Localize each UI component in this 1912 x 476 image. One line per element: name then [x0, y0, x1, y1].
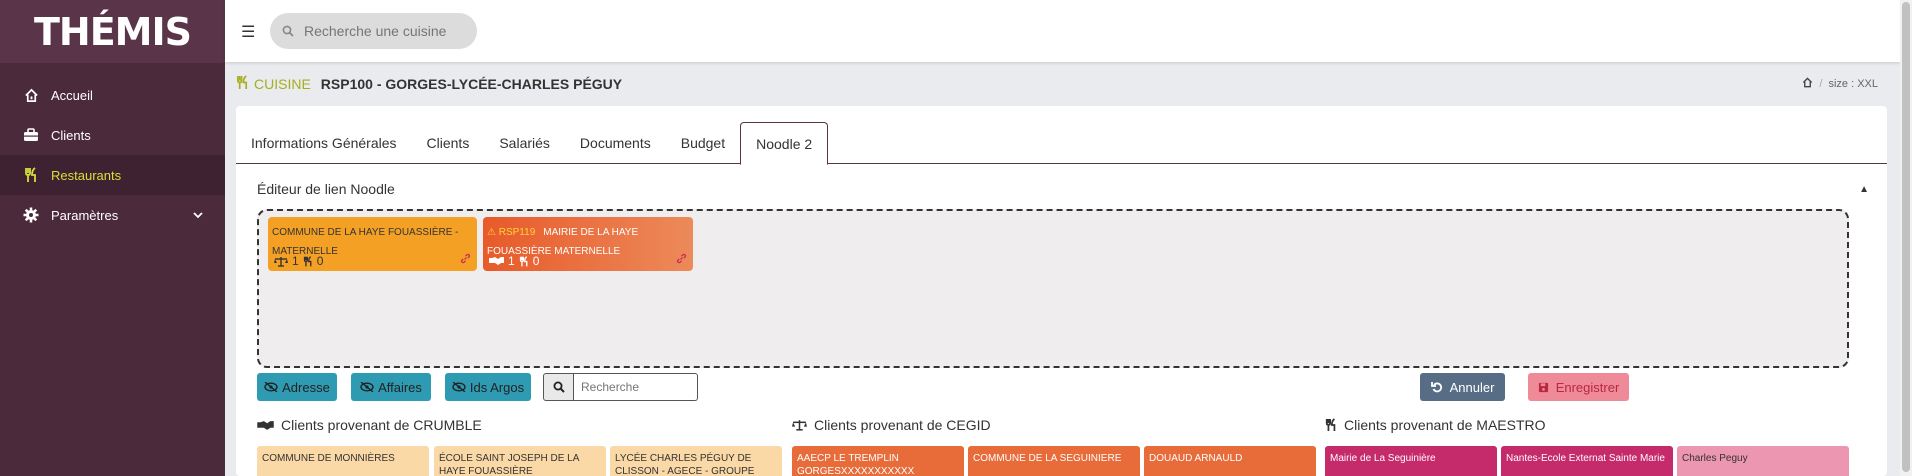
sidebar-item-clients[interactable]: Clients — [0, 115, 225, 155]
eye-slash-icon — [360, 382, 374, 392]
eye-slash-icon — [264, 382, 278, 392]
sidebar-item-label: Paramètres — [51, 207, 119, 223]
editor-search-input[interactable] — [574, 373, 698, 401]
noodle-card-count-a: 1 — [508, 254, 515, 268]
noodle-card[interactable]: ⚠ RSP119 MAIRIE DE LA HAYE FOUASSIÈRE MAT… — [483, 217, 693, 271]
cegid-client-card[interactable]: AAECP LE TREMPLIN GORGESXXXXXXXXXXX — [792, 446, 964, 476]
undo-icon — [1430, 382, 1442, 393]
noodle-card-meta: 1 0 — [274, 254, 323, 268]
handshake-icon — [257, 420, 274, 430]
topbar: ☰ — [225, 0, 1900, 62]
noodle-card[interactable]: COMMUNE DE LA HAYE FOUASSIÈRE - MATERNEL… — [268, 217, 477, 271]
tab-informations-generales[interactable]: Informations Générales — [236, 122, 412, 164]
sidebar-nav: Accueil Clients Restaurants Paramètres — [0, 75, 225, 235]
balance-scale-icon — [274, 256, 288, 267]
sidebar-item-label: Restaurants — [51, 167, 122, 183]
noodle-card-count-b: 0 — [316, 254, 324, 268]
cuisine-search-input[interactable] — [304, 23, 464, 39]
scrollbar-thumb[interactable] — [1902, 2, 1910, 472]
tab-budget[interactable]: Budget — [666, 122, 740, 164]
page-title: RSP100 - GORGES-LYCÉE-CHARLES PÉGUY — [320, 76, 623, 92]
tab-salaries[interactable]: Salariés — [484, 122, 565, 164]
cegid-client-card[interactable]: COMMUNE DE LA SEGUINIERE — [968, 446, 1140, 476]
link-icon[interactable] — [676, 253, 687, 267]
home-icon — [22, 86, 40, 104]
cegid-client-card[interactable]: DOUAUD ARNAULD — [1144, 446, 1316, 476]
link-icon[interactable] — [460, 253, 471, 267]
page-header: CUISINE RSP100 - GORGES-LYCÉE-CHARLES PÉ… — [236, 75, 622, 93]
search-button[interactable] — [543, 373, 574, 401]
maestro-client-card[interactable]: Mairie de La Seguinière — [1325, 446, 1497, 476]
breadcrumb: / size : XXL — [1802, 77, 1878, 91]
toggle-affaires-button[interactable]: Affaires — [351, 373, 431, 401]
editor-search — [543, 373, 698, 401]
tab-noodle-2[interactable]: Noodle 2 — [740, 122, 829, 165]
maestro-client-card[interactable]: Charles Peguy — [1677, 446, 1849, 476]
cegid-column-title: Clients provenant de CEGID — [792, 417, 991, 433]
toggle-ids-argos-button[interactable]: Ids Argos — [445, 373, 531, 401]
utensils-icon — [22, 166, 40, 184]
tab-documents[interactable]: Documents — [565, 122, 666, 164]
page-scrollbar[interactable] — [1900, 0, 1912, 476]
maestro-client-card[interactable]: Nantes-Ecole Externat Sainte Marie — [1501, 446, 1673, 476]
main-card: Informations Générales Clients Salariés … — [236, 106, 1887, 476]
sidebar-item-label: Accueil — [51, 87, 93, 103]
toggle-adresse-button[interactable]: Adresse — [257, 373, 337, 401]
sidebar-item-label: Clients — [51, 127, 91, 143]
crumble-client-card[interactable]: ÉCOLE SAINT JOSEPH DE LA HAYE FOUASSIÈRE — [434, 446, 606, 476]
sidebar-item-restaurants[interactable]: Restaurants — [0, 155, 225, 195]
menu-icon[interactable]: ☰ — [241, 22, 255, 42]
noodle-card-count-b: 0 — [532, 254, 540, 268]
maestro-column-title: Clients provenant de MAESTRO — [1325, 417, 1546, 433]
cuisine-search[interactable] — [270, 13, 477, 49]
sidebar-item-parametres[interactable]: Paramètres — [0, 195, 225, 235]
app-logo[interactable]: THÉMIS — [0, 0, 225, 63]
gear-icon — [22, 206, 40, 224]
tab-clients[interactable]: Clients — [412, 122, 485, 164]
cancel-button[interactable]: Annuler — [1420, 373, 1505, 401]
search-icon — [282, 25, 294, 37]
save-button[interactable]: Enregistrer — [1528, 373, 1629, 401]
utensils-icon — [236, 75, 249, 93]
editor-toolbar: Adresse Affaires Ids Argos Annuler Enreg… — [257, 373, 1849, 401]
save-icon — [1538, 382, 1548, 392]
balance-scale-icon — [792, 420, 807, 431]
editor-title: Éditeur de lien Noodle — [257, 181, 395, 197]
tab-bar: Informations Générales Clients Salariés … — [236, 122, 1887, 165]
section-label: CUISINE — [254, 76, 311, 92]
eye-slash-icon — [452, 382, 466, 392]
home-icon[interactable] — [1802, 77, 1813, 91]
collapse-caret-icon[interactable]: ▲ — [1859, 184, 1869, 195]
warning-icon: ⚠ — [487, 227, 496, 238]
noodle-card-count-a: 1 — [292, 254, 299, 268]
crumble-column-title: Clients provenant de CRUMBLE — [257, 417, 482, 433]
size-label: size : XXL — [1828, 78, 1878, 90]
chevron-down-icon[interactable] — [193, 207, 203, 222]
noodle-card-meta: 1 0 — [489, 254, 539, 268]
breadcrumb-separator: / — [1819, 78, 1823, 90]
crumble-client-card[interactable]: COMMUNE DE MONNIÈRES — [257, 446, 429, 476]
handshake-icon — [489, 257, 504, 265]
utensils-icon — [1325, 418, 1336, 431]
noodle-dropzone[interactable]: COMMUNE DE LA HAYE FOUASSIÈRE - MATERNEL… — [257, 209, 1849, 368]
sidebar: THÉMIS Accueil Clients Restaurants Param… — [0, 0, 225, 476]
sidebar-item-accueil[interactable]: Accueil — [0, 75, 225, 115]
utensils-icon — [303, 255, 312, 266]
utensils-icon — [519, 255, 528, 266]
noodle-card-code: RSP119 — [498, 227, 536, 238]
briefcase-icon — [22, 126, 40, 144]
search-icon — [553, 381, 565, 393]
crumble-client-card[interactable]: LYCÉE CHARLES PÉGUY DE CLISSON - AGECE -… — [610, 446, 782, 476]
